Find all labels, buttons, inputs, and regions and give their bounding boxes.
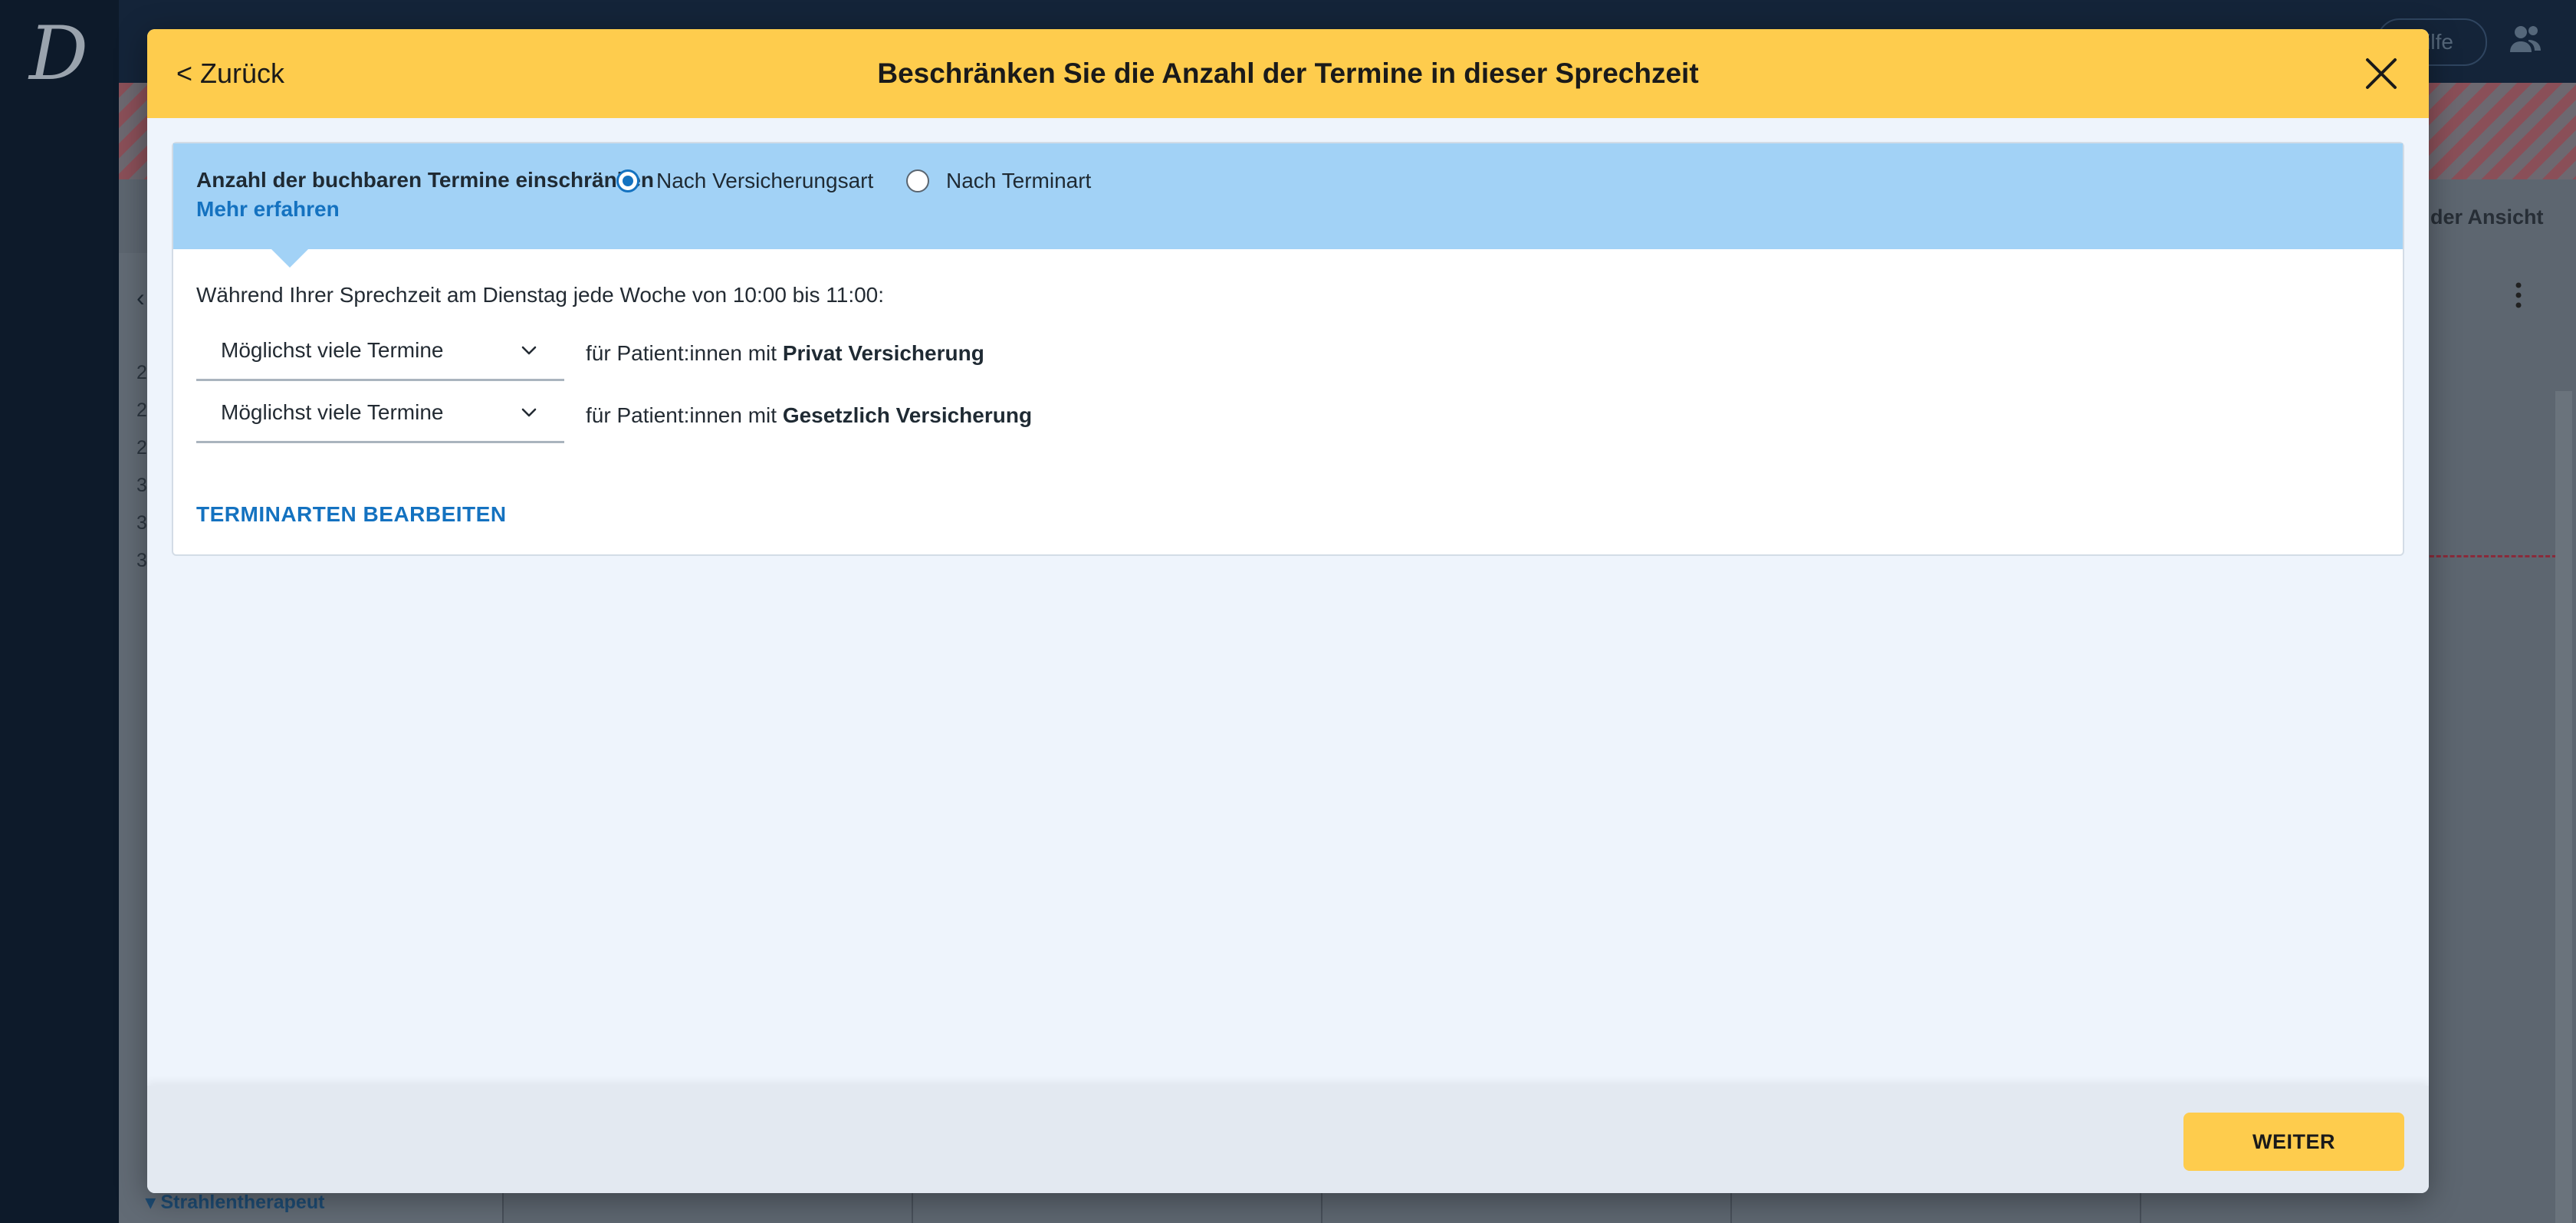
public-insurance-row-text: für Patient:innen mit Gesetzlich Versich… bbox=[586, 403, 1033, 427]
private-insurance-limit-select[interactable]: Möglichst viele Termine bbox=[196, 321, 564, 381]
public-insurance-limit-select[interactable]: Möglichst viele Termine bbox=[196, 383, 564, 443]
app-category-label[interactable]: ▾ Strahlentherapeut bbox=[146, 1191, 324, 1214]
select-value[interactable]: Möglichst viele Termine bbox=[221, 338, 444, 363]
edit-appointment-types-link[interactable]: TERMINARTEN BEARBEITEN bbox=[196, 502, 507, 527]
back-link[interactable]: < Zurück bbox=[176, 29, 284, 118]
info-bar-notch bbox=[271, 249, 308, 268]
insurance-type-label: Gesetzlich Versicherung bbox=[782, 403, 1033, 427]
radio-label[interactable]: Nach Terminart bbox=[946, 169, 1091, 193]
select-value[interactable]: Möglichst viele Termine bbox=[221, 400, 444, 425]
limit-settings-card: Anzahl der buchbaren Termine einschränke… bbox=[172, 142, 2404, 556]
app-scrollbar[interactable] bbox=[2555, 391, 2572, 1223]
chevron-left-icon[interactable]: ‹ bbox=[136, 284, 145, 312]
kebab-menu-icon[interactable] bbox=[2507, 276, 2530, 314]
modal-footer: WEITER bbox=[147, 1086, 2429, 1193]
app-view-label: der Ansicht bbox=[2430, 205, 2544, 228]
private-insurance-row-text: für Patient:innen mit Privat Versicherun… bbox=[586, 341, 984, 365]
insurance-type-label: Privat Versicherung bbox=[782, 341, 984, 365]
learn-more-link[interactable]: Mehr erfahren bbox=[196, 197, 340, 222]
team-icon[interactable] bbox=[2505, 20, 2545, 60]
modal-header: Beschränken Sie die Anzahl der Termine i… bbox=[147, 29, 2429, 118]
limit-appointments-modal: Beschränken Sie die Anzahl der Termine i… bbox=[147, 29, 2429, 1193]
close-icon[interactable] bbox=[2361, 54, 2401, 94]
limit-label: Anzahl der buchbaren Termine einschränke… bbox=[196, 168, 654, 192]
app-logo: D bbox=[29, 11, 88, 97]
limit-type-bar: Anzahl der buchbaren Termine einschränke… bbox=[173, 143, 2403, 249]
chevron-down-icon[interactable] bbox=[518, 340, 540, 361]
next-button[interactable]: WEITER bbox=[2183, 1113, 2404, 1171]
radio-checked-icon[interactable] bbox=[616, 169, 639, 192]
app-current-time-line bbox=[2423, 555, 2557, 557]
chevron-down-icon[interactable] bbox=[518, 402, 540, 423]
modal-title: Beschränken Sie die Anzahl der Termine i… bbox=[877, 58, 1699, 89]
app-sidebar: D bbox=[0, 0, 119, 1223]
radio-by-insurance-type[interactable]: Nach Versicherungsart bbox=[616, 168, 873, 194]
radio-unchecked-icon[interactable] bbox=[906, 169, 929, 192]
app-row-numbers: 2 2 2 3 3 3 bbox=[136, 362, 147, 571]
schedule-description: Während Ihrer Sprechzeit am Dienstag jed… bbox=[196, 283, 885, 307]
radio-label[interactable]: Nach Versicherungsart bbox=[656, 169, 873, 193]
radio-by-appointment-type[interactable]: Nach Terminart bbox=[906, 168, 1091, 194]
